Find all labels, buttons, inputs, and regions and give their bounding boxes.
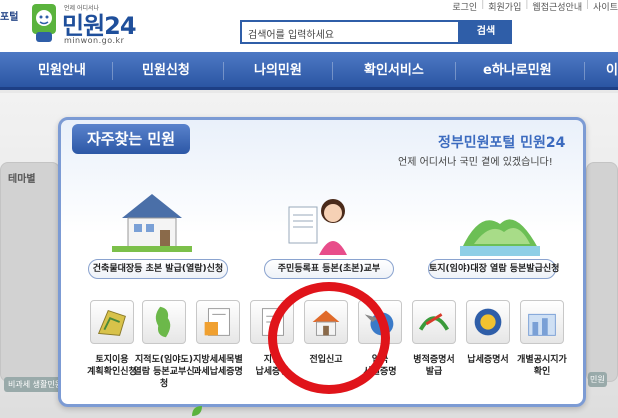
featured-resident-register[interactable]: 주민등록표 등본(초본)교부: [264, 259, 394, 279]
nav-separator: [223, 62, 224, 80]
right-side-panel[interactable]: [586, 162, 618, 382]
nav-item-more[interactable]: 이: [606, 52, 618, 90]
military-emblem-icon: [412, 300, 456, 344]
land-price-icon: [520, 300, 564, 344]
mountain-icon[interactable]: [460, 204, 540, 256]
signup-link[interactable]: 회원가입: [488, 0, 521, 13]
search-button[interactable]: 검색: [460, 20, 512, 44]
leaf-icon: [192, 406, 202, 416]
site-link[interactable]: 사이트: [593, 0, 618, 13]
nav-item-apply[interactable]: 민원신청: [142, 52, 190, 90]
separator: |: [481, 0, 485, 10]
right-side-footer[interactable]: 민원: [588, 372, 607, 387]
nav-item-verify[interactable]: 확인서비스: [364, 52, 424, 90]
top-links: 로그인 | 회원가입 | 웹접근성안내 | 사이트: [452, 0, 618, 13]
main-nav: 민원안내 민원신청 나의민원 확인서비스 e하나로민원 이: [0, 52, 618, 90]
service-label: 개별공시지가 확인: [517, 355, 567, 377]
accessibility-link[interactable]: 웹접근성안내: [532, 0, 582, 13]
nav-separator: [455, 62, 456, 80]
separator: |: [586, 0, 590, 10]
highlight-circle: [268, 282, 390, 394]
slogan-subtitle: 언제 어디서나 국민 곁에 있겠습니다!: [398, 157, 553, 168]
tax-badge-icon: [466, 300, 510, 344]
nav-item-ehanaro[interactable]: e하나로민원: [483, 52, 552, 90]
panel-title-tab: 자주찾는 민원: [72, 124, 190, 154]
logo-fragment: 포털: [0, 12, 19, 23]
nav-separator: [584, 62, 585, 80]
map-icon: [90, 300, 134, 344]
nav-separator: [112, 62, 113, 80]
search-input[interactable]: 검색어를 입력하세요: [240, 20, 460, 44]
nav-item-guide[interactable]: 민원안내: [38, 52, 86, 90]
logo-url: minwon.go.kr: [64, 36, 125, 45]
left-side-panel[interactable]: [0, 162, 60, 382]
tax-document-icon: [196, 300, 240, 344]
login-link[interactable]: 로그인: [452, 0, 477, 13]
logo-emblem-icon[interactable]: [30, 2, 58, 44]
nav-separator: [332, 62, 333, 80]
left-side-footer[interactable]: 비과세 생활민원: [4, 377, 67, 392]
house-icon[interactable]: [112, 186, 192, 256]
left-side-label: 테마별: [8, 174, 36, 185]
korea-map-icon: [142, 300, 186, 344]
site-header: 포털 언제 어디서나 민원24 minwon.go.kr 로그인 | 회원가입 …: [0, 0, 618, 52]
featured-land-register[interactable]: 토지(임야)대장 열람 등본발급신청: [428, 259, 559, 279]
featured-building-register[interactable]: 건축물대장등 초본 발급(열람)신청: [88, 259, 228, 279]
nav-item-my[interactable]: 나의민원: [254, 52, 302, 90]
slogan-title: 정부민원포털 민원24: [438, 135, 566, 151]
girl-document-icon[interactable]: [285, 193, 355, 258]
separator: |: [525, 0, 529, 10]
